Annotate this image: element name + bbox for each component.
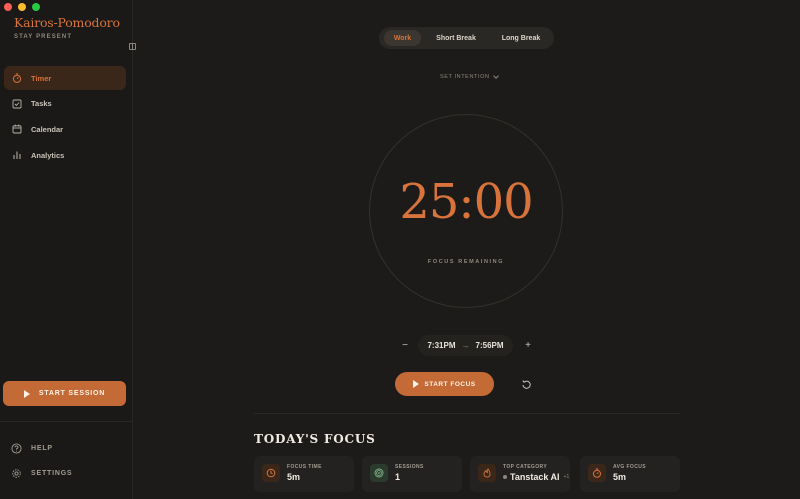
flame-icon bbox=[478, 464, 496, 482]
category-name: Tanstack AI bbox=[510, 472, 560, 482]
help-link[interactable]: HELP bbox=[11, 443, 53, 454]
sidebar-item-label: Tasks bbox=[31, 99, 52, 109]
window-controls bbox=[4, 3, 40, 11]
settings-label: SETTINGS bbox=[31, 470, 73, 477]
mode-switch: Work Short Break Long Break bbox=[379, 27, 554, 49]
stat-label: FOCUS TIME bbox=[287, 464, 322, 470]
zoom-window-button[interactable] bbox=[32, 3, 40, 11]
sidebar-item-calendar[interactable]: Calendar bbox=[4, 117, 126, 141]
sidebar-toggle-icon[interactable] bbox=[129, 43, 136, 50]
start-focus-label: START FOCUS bbox=[424, 380, 476, 388]
stat-card-avg-focus: AVG FOCUS 5m bbox=[580, 456, 680, 492]
divider bbox=[0, 421, 133, 422]
decrease-duration-button[interactable]: − bbox=[399, 340, 411, 352]
arrow-right-icon: → bbox=[461, 341, 470, 350]
divider bbox=[254, 413, 680, 414]
time-range: 7:31PM → 7:56PM bbox=[418, 335, 513, 356]
increase-duration-button[interactable]: + bbox=[522, 340, 534, 352]
start-session-label: START SESSION bbox=[38, 390, 106, 397]
sidebar-item-timer[interactable]: Timer bbox=[4, 66, 126, 90]
minimize-window-button[interactable] bbox=[18, 3, 26, 11]
start-focus-button[interactable]: START FOCUS bbox=[395, 372, 494, 396]
tab-short-break[interactable]: Short Break bbox=[430, 30, 482, 46]
app-tagline: STAY PRESENT bbox=[14, 34, 73, 40]
chevron-down-icon bbox=[492, 73, 499, 79]
play-icon bbox=[23, 389, 30, 398]
stat-card-focus-time: FOCUS TIME 5m bbox=[254, 456, 354, 492]
app-title: Kairos-Pomodoro bbox=[14, 15, 120, 30]
stat-value: 5m bbox=[613, 472, 627, 482]
stat-card-sessions: SESSIONS 1 bbox=[362, 456, 462, 492]
range-end: 7:56PM bbox=[475, 341, 504, 350]
settings-link[interactable]: SETTINGS bbox=[11, 468, 72, 479]
stopwatch-icon bbox=[588, 464, 606, 482]
checkbox-icon bbox=[12, 99, 22, 109]
stat-label: SESSIONS bbox=[395, 464, 424, 470]
reset-icon bbox=[521, 379, 531, 389]
section-title: TODAY'S FOCUS bbox=[254, 432, 376, 446]
sidebar-item-label: Analytics bbox=[31, 150, 65, 160]
category-dot bbox=[503, 475, 507, 479]
clock-icon bbox=[262, 464, 280, 482]
stat-value: 5m bbox=[287, 472, 301, 482]
stat-label: AVG FOCUS bbox=[613, 464, 646, 470]
sidebar-item-label: Timer bbox=[31, 73, 52, 83]
tab-work[interactable]: Work bbox=[384, 30, 421, 46]
stat-card-top-category: TOP CATEGORY Tanstack AI +1 bbox=[470, 456, 570, 492]
gear-icon bbox=[11, 468, 22, 479]
bar-chart-icon bbox=[12, 150, 22, 160]
sidebar-nav: Timer Tasks Calendar Analytics bbox=[4, 66, 126, 169]
category-extra-count: +1 bbox=[563, 474, 570, 480]
help-icon bbox=[11, 443, 22, 454]
set-intention-label: SET INTENTION bbox=[440, 74, 490, 80]
sidebar-item-label: Calendar bbox=[31, 124, 64, 134]
sidebar: Kairos-Pomodoro STAY PRESENT Timer Tasks… bbox=[0, 0, 133, 499]
range-start: 7:31PM bbox=[427, 341, 456, 350]
stat-value: 1 bbox=[395, 472, 401, 482]
app-window: Kairos-Pomodoro STAY PRESENT Timer Tasks… bbox=[0, 0, 800, 499]
tab-long-break[interactable]: Long Break bbox=[495, 30, 547, 46]
timer-display: 25:00 bbox=[399, 174, 533, 230]
stat-label: TOP CATEGORY bbox=[503, 464, 548, 470]
reset-button[interactable] bbox=[515, 373, 537, 395]
target-icon bbox=[370, 464, 388, 482]
calendar-icon bbox=[12, 124, 22, 134]
start-session-button[interactable]: START SESSION bbox=[3, 381, 126, 406]
sidebar-item-analytics[interactable]: Analytics bbox=[4, 143, 126, 167]
close-window-button[interactable] bbox=[4, 3, 12, 11]
set-intention-dropdown[interactable]: SET INTENTION bbox=[440, 73, 499, 80]
play-icon bbox=[413, 380, 420, 388]
timer-caption: FOCUS REMAINING bbox=[427, 259, 505, 265]
stopwatch-icon bbox=[12, 73, 22, 83]
stat-value: Tanstack AI +1 bbox=[503, 472, 569, 482]
help-label: HELP bbox=[31, 445, 53, 452]
sidebar-item-tasks[interactable]: Tasks bbox=[4, 92, 126, 116]
